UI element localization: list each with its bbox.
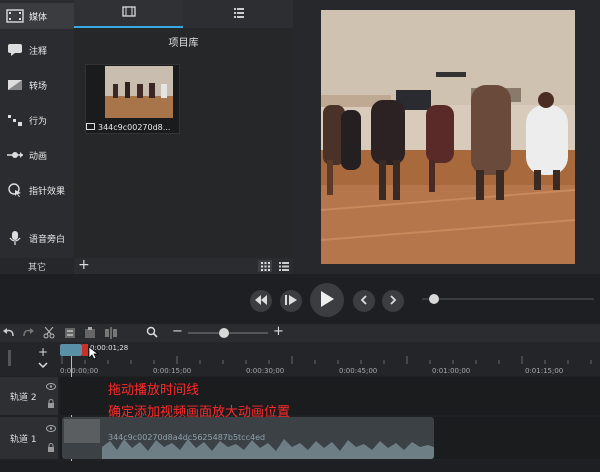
tutorial-annotation-line-1: 拖动播放时间线 (108, 383, 200, 398)
zoom-out-button[interactable]: − (172, 324, 183, 339)
sidebar-item-label: 行为 (29, 116, 48, 127)
sidebar-item-label: 动画 (29, 151, 48, 162)
step-forward-icon (285, 294, 297, 308)
media-thumbnail-image (105, 66, 173, 118)
library-footer: + (74, 257, 293, 274)
annotation-icon (4, 43, 26, 57)
library-title: 项目库 (168, 37, 199, 49)
list-view-icon[interactable] (277, 260, 291, 272)
previous-marker-button[interactable] (353, 290, 375, 312)
tab-library[interactable] (184, 0, 293, 28)
next-marker-button[interactable] (382, 290, 404, 312)
transition-icon (4, 79, 26, 91)
sidebar-item-annotations[interactable]: 注释 (0, 37, 74, 63)
media-item-caption: 344c9c00270d8... (86, 121, 178, 133)
more-tools-button[interactable]: 其它 (0, 258, 74, 274)
track-height-slider[interactable] (8, 350, 11, 366)
lock-icon[interactable] (47, 443, 55, 455)
zoom-slider-handle[interactable] (219, 328, 229, 338)
ruler-tick-label: 0:00:00;00 (60, 367, 99, 375)
animation-icon (4, 149, 26, 161)
cursor-effect-icon (4, 182, 26, 198)
clip-name: 344c9c00270d8a4dc5625487b5tcc4ed (108, 433, 266, 442)
scrub-track[interactable] (422, 298, 594, 300)
sidebar-item-label: 转场 (29, 81, 48, 92)
ruler-tick-label: 0:00:45;00 (339, 367, 378, 375)
film-icon (4, 9, 26, 23)
tutorial-annotation-line-2: 确定添加视频画面放大动画位置 (108, 405, 291, 420)
sidebar-item-label: 注释 (29, 46, 48, 57)
sidebar-item-label: 媒体 (29, 12, 48, 23)
ruler-tick-label: 0:00:30;00 (246, 367, 285, 375)
cursor-arrow-icon (88, 346, 100, 363)
tab-media-bin[interactable] (74, 0, 183, 28)
player-controls (0, 274, 600, 324)
lock-icon[interactable] (47, 399, 55, 411)
video-clip-icon (86, 122, 95, 132)
eye-icon[interactable] (46, 425, 56, 435)
scrub-handle[interactable] (429, 294, 439, 304)
step-forward-button[interactable] (280, 290, 302, 312)
track-name: 轨道 2 (10, 392, 37, 403)
track-2-header[interactable]: 轨道 2 (0, 377, 58, 415)
ruler-tick-label: 0:01:00;00 (432, 367, 471, 375)
library-tabs (74, 0, 293, 28)
play-button[interactable] (310, 283, 344, 317)
chevron-down-icon[interactable] (38, 361, 48, 372)
ruler-tick-label: 0:00:15;00 (153, 367, 192, 375)
cut-icon[interactable] (43, 326, 55, 342)
undo-icon[interactable] (3, 327, 15, 341)
add-media-button[interactable]: + (78, 257, 90, 273)
track-name: 轨道 1 (10, 434, 37, 445)
play-icon (320, 290, 334, 310)
sidebar-item-behaviors[interactable]: 行为 (0, 107, 74, 133)
sidebar-item-media[interactable]: 媒体 (0, 3, 74, 29)
sidebar-item-cursor-effects[interactable]: 指针效果 (0, 177, 74, 203)
copy-icon[interactable] (64, 327, 76, 342)
film-icon (121, 6, 136, 20)
video-preview-canvas[interactable] (321, 10, 575, 264)
sidebar-item-label: 语音旁白 (29, 234, 66, 245)
microphone-icon (4, 230, 26, 246)
sidebar-item-transitions[interactable]: 转场 (0, 72, 74, 98)
zoom-search-icon[interactable] (146, 326, 158, 341)
eye-icon[interactable] (46, 383, 56, 393)
timeline-ruler[interactable] (60, 342, 600, 376)
add-track-button[interactable]: + (38, 345, 48, 359)
chevron-right-icon (389, 294, 397, 308)
sidebar-item-voice-narration[interactable]: 语音旁白 (0, 225, 74, 251)
timeline-toolbar: − + (0, 324, 600, 342)
media-item-name: 344c9c00270d8... (98, 122, 171, 132)
step-back-icon (255, 294, 267, 308)
timeline-footer (0, 461, 600, 472)
sidebar-item-animations[interactable]: 动画 (0, 142, 74, 168)
zoom-in-button[interactable]: + (273, 324, 284, 339)
paste-icon[interactable] (84, 327, 96, 342)
step-back-button[interactable] (250, 290, 272, 312)
track-1-header[interactable]: 轨道 1 (0, 417, 58, 459)
tools-sidebar: 媒体 注释 转场 行为 动画 指针效果 语音旁白 (0, 0, 74, 258)
grid-view-icon[interactable] (258, 260, 272, 272)
sidebar-item-label: 指针效果 (29, 186, 66, 197)
redo-icon[interactable] (22, 327, 34, 341)
playhead-handle[interactable] (60, 344, 82, 356)
list-icon (233, 7, 245, 21)
chevron-left-icon (360, 294, 368, 308)
behavior-icon (4, 113, 26, 127)
split-icon[interactable] (104, 327, 118, 342)
ruler-tick-label: 0:01:15;00 (525, 367, 564, 375)
